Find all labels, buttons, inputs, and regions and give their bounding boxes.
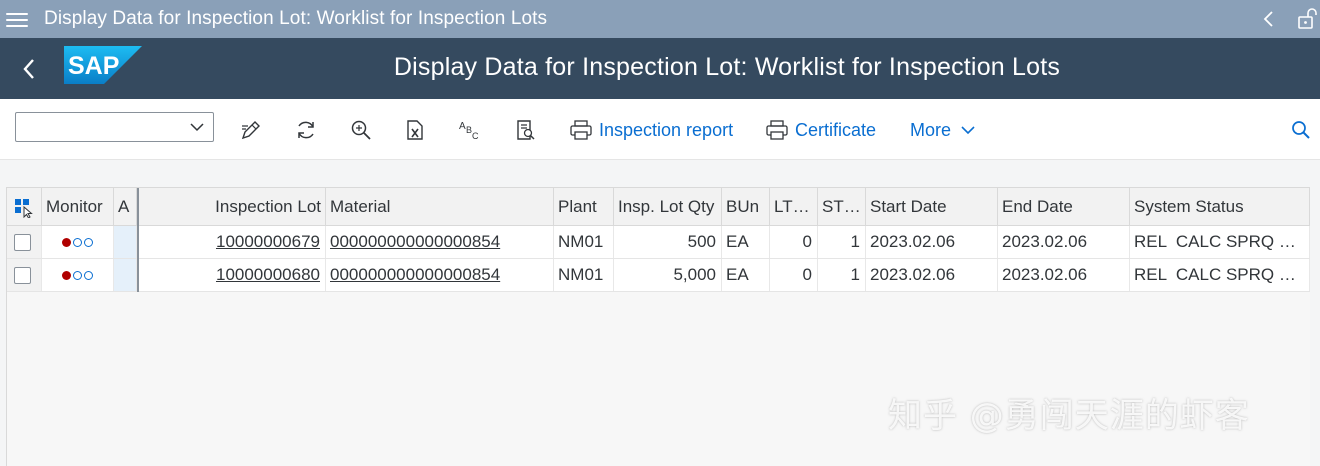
row-select-cell bbox=[7, 259, 42, 291]
row-checkbox[interactable] bbox=[14, 234, 31, 251]
hamburger-menu-icon[interactable] bbox=[6, 9, 28, 29]
certificate-label: Certificate bbox=[795, 120, 877, 140]
column-header-a[interactable]: A bbox=[114, 188, 137, 225]
column-header-end-date[interactable]: End Date bbox=[998, 188, 1130, 225]
bun-cell: EA bbox=[722, 226, 770, 258]
chevron-left-icon[interactable] bbox=[1260, 8, 1278, 30]
watermark: 知乎 @勇闯天涯的虾客 bbox=[888, 396, 1250, 436]
variant-select[interactable] bbox=[15, 112, 214, 142]
unlock-icon[interactable] bbox=[1296, 6, 1318, 32]
page-title: Display Data for Inspection Lot: Worklis… bbox=[393, 53, 1061, 81]
column-header-start-date[interactable]: Start Date bbox=[866, 188, 998, 225]
printer-icon bbox=[570, 120, 592, 140]
select-all-icon[interactable] bbox=[7, 188, 42, 225]
column-header-material[interactable]: Material bbox=[326, 188, 554, 225]
certificate-button[interactable]: Certificate bbox=[766, 118, 886, 142]
more-label: More bbox=[910, 120, 952, 140]
fixed-column-divider bbox=[137, 188, 139, 292]
st-cell: 1 bbox=[818, 259, 866, 291]
edit-icon[interactable] bbox=[239, 118, 263, 142]
row-checkbox[interactable] bbox=[14, 267, 31, 284]
zoom-icon[interactable] bbox=[349, 118, 373, 142]
column-header-st[interactable]: ST… bbox=[818, 188, 866, 225]
search-icon[interactable] bbox=[1290, 119, 1312, 141]
material-link[interactable]: 000000000000000854 bbox=[330, 232, 500, 251]
bun-cell: EA bbox=[722, 259, 770, 291]
inspection-report-label: Inspection report bbox=[599, 120, 734, 140]
qty-cell: 500 bbox=[614, 226, 722, 258]
material-cell[interactable]: 000000000000000854 bbox=[326, 226, 554, 258]
svg-text:A: A bbox=[459, 121, 466, 132]
plant-cell: NM01 bbox=[554, 259, 614, 291]
document-search-icon[interactable] bbox=[514, 118, 538, 142]
column-header-lt[interactable]: LT… bbox=[770, 188, 818, 225]
column-header-plant[interactable]: Plant bbox=[554, 188, 614, 225]
table-header: Monitor A Inspection Lot Material Plant … bbox=[7, 188, 1310, 226]
more-button[interactable]: More bbox=[910, 118, 980, 142]
spell-check-icon[interactable]: A BC bbox=[458, 118, 482, 142]
column-header-inspection-lot[interactable]: Inspection Lot bbox=[137, 188, 326, 225]
system-status-cell: REL CALC SPRQ … bbox=[1130, 226, 1310, 258]
row-select-cell bbox=[7, 226, 42, 258]
column-header-monitor[interactable]: Monitor bbox=[42, 188, 114, 225]
monitor-cell bbox=[42, 259, 114, 291]
window-title: Display Data for Inspection Lot: Worklis… bbox=[44, 8, 548, 29]
end-date-cell: 2023.02.06 bbox=[998, 259, 1130, 291]
start-date-cell: 2023.02.06 bbox=[866, 259, 998, 291]
window-title-bar: Display Data for Inspection Lot: Worklis… bbox=[0, 0, 1320, 38]
column-header-insp-lot-qty[interactable]: Insp. Lot Qty bbox=[614, 188, 722, 225]
qty-cell: 5,000 bbox=[614, 259, 722, 291]
svg-text:C: C bbox=[472, 131, 479, 141]
st-cell: 1 bbox=[818, 226, 866, 258]
a-cell bbox=[114, 226, 137, 258]
inspection-lot-link[interactable]: 10000000680 bbox=[216, 265, 320, 284]
inspection-lot-cell[interactable]: 10000000680 bbox=[137, 259, 326, 291]
chevron-down-icon bbox=[961, 126, 975, 135]
table-row[interactable]: 10000000679 000000000000000854 NM01 500 … bbox=[7, 226, 1310, 259]
shell-header: SAP Display Data for Inspection Lot: Wor… bbox=[0, 38, 1320, 99]
refresh-icon[interactable] bbox=[294, 118, 318, 142]
chevron-down-icon bbox=[190, 123, 204, 132]
material-cell[interactable]: 000000000000000854 bbox=[326, 259, 554, 291]
end-date-cell: 2023.02.06 bbox=[998, 226, 1130, 258]
column-header-system-status[interactable]: System Status bbox=[1130, 188, 1310, 225]
start-date-cell: 2023.02.06 bbox=[866, 226, 998, 258]
toolbar: ABC Inspection report Certificate More bbox=[0, 99, 1320, 160]
material-link[interactable]: 000000000000000854 bbox=[330, 265, 500, 284]
column-header-bun[interactable]: BUn bbox=[722, 188, 770, 225]
inspection-lot-cell[interactable]: 10000000679 bbox=[137, 226, 326, 258]
table-row[interactable]: 10000000680 000000000000000854 NM01 5,00… bbox=[7, 259, 1310, 292]
inspection-lot-link[interactable]: 10000000679 bbox=[216, 232, 320, 251]
traffic-light-icon bbox=[62, 259, 95, 291]
inspection-report-button[interactable]: Inspection report bbox=[570, 118, 740, 142]
excel-export-icon[interactable] bbox=[403, 118, 427, 142]
printer-icon bbox=[766, 120, 788, 140]
system-status-cell: REL CALC SPRQ … bbox=[1130, 259, 1310, 291]
plant-cell: NM01 bbox=[554, 226, 614, 258]
monitor-cell bbox=[42, 226, 114, 258]
a-cell bbox=[114, 259, 137, 291]
lt-cell: 0 bbox=[770, 226, 818, 258]
traffic-light-icon bbox=[62, 226, 95, 258]
lt-cell: 0 bbox=[770, 259, 818, 291]
